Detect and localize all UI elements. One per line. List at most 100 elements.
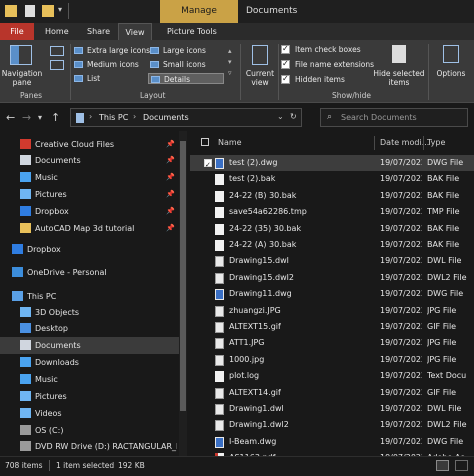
sidebar-item[interactable]: Pictures 📌 bbox=[0, 186, 180, 203]
hide-selected-items-button[interactable]: Hide selected items bbox=[372, 69, 426, 87]
breadcrumb-documents[interactable]: Documents bbox=[143, 113, 189, 122]
layout-details[interactable]: Details bbox=[148, 73, 224, 84]
separator bbox=[240, 44, 241, 100]
sidebar-item[interactable]: DVD RW Drive (D:) RACTANGULAR_FR/ bbox=[0, 438, 180, 455]
checkbox-checked[interactable] bbox=[281, 43, 290, 55]
documents-location-icon bbox=[76, 113, 84, 123]
current-view-button[interactable]: Current view bbox=[242, 69, 278, 87]
sidebar-item[interactable]: 3D Objects bbox=[0, 304, 180, 321]
preview-pane-icon[interactable] bbox=[50, 46, 64, 56]
file-row[interactable]: 24-22 (B) 30.bak 19/07/2022 BAK File bbox=[190, 188, 474, 204]
sidebar-item[interactable]: Videos bbox=[0, 405, 180, 422]
forward-arrow-icon[interactable]: → bbox=[22, 111, 31, 124]
file-row[interactable]: Drawing15.dwl2 19/07/2022 DWL2 File bbox=[190, 270, 474, 286]
address-bar[interactable]: › This PC › Documents ⌄ ↻ bbox=[70, 108, 302, 127]
sidebar-item-label: Pictures bbox=[35, 392, 67, 401]
layout-scroll-icon[interactable]: ▴ ▾ ▿ bbox=[228, 46, 232, 79]
qat-customize-icon[interactable]: ▾ bbox=[58, 5, 62, 14]
sidebar-item[interactable]: Documents bbox=[0, 337, 180, 354]
pin-icon[interactable]: 📌 bbox=[166, 152, 175, 169]
file-row[interactable]: ALTEXT15.gif 19/07/2022 GIF File bbox=[190, 319, 474, 335]
file-row[interactable]: ATT1.JPG 19/07/2022 JPG File bbox=[190, 335, 474, 351]
layout-list[interactable]: List bbox=[72, 73, 159, 84]
sidebar-item[interactable]: Dropbox 📌 bbox=[0, 203, 180, 220]
sidebar-item[interactable]: Creative Cloud Files 📌 bbox=[0, 136, 180, 153]
item-check-boxes-toggle[interactable]: Item check boxes bbox=[281, 43, 385, 56]
sidebar-item[interactable]: Documents 📌 bbox=[0, 152, 180, 169]
options-button[interactable]: Options bbox=[432, 69, 470, 78]
up-arrow-icon[interactable]: ↑ bbox=[51, 111, 60, 124]
layout-extra-large-icons[interactable]: Extra large icons bbox=[72, 45, 159, 56]
file-row[interactable]: Drawing11.dwg 19/07/2022 DWG File bbox=[190, 286, 474, 302]
sidebar-item[interactable]: Music bbox=[0, 371, 180, 388]
column-divider[interactable] bbox=[423, 136, 424, 150]
column-divider[interactable] bbox=[374, 136, 375, 150]
recent-locations-icon[interactable]: ▾ bbox=[38, 113, 42, 122]
file-row[interactable]: 24-22 (A) 30.bak 19/07/2022 BAK File bbox=[190, 237, 474, 253]
sidebar-item[interactable]: OneDrive - Personal bbox=[0, 264, 180, 281]
sidebar-item[interactable]: This PC bbox=[0, 288, 180, 305]
pin-icon[interactable]: 📌 bbox=[166, 136, 175, 153]
sidebar-item[interactable]: Desktop bbox=[0, 320, 180, 337]
file-row[interactable]: Drawing1.dwl2 19/07/2022 DWL2 File bbox=[190, 417, 474, 433]
column-header-date[interactable]: Date modi... bbox=[380, 134, 429, 152]
checkbox-checked[interactable] bbox=[281, 73, 290, 85]
desktop-icon bbox=[20, 323, 31, 333]
sidebar-item[interactable]: OS (C:) bbox=[0, 422, 180, 439]
scrollbar-thumb[interactable] bbox=[180, 141, 186, 411]
file-row[interactable]: plot.log 19/07/2022 Text Docu bbox=[190, 368, 474, 384]
address-dropdown-icon[interactable]: ⌄ bbox=[277, 112, 284, 121]
tab-home[interactable]: Home bbox=[38, 23, 76, 40]
properties-icon[interactable] bbox=[25, 5, 35, 17]
file-row[interactable]: test (2).bak 19/07/2022 BAK File bbox=[190, 171, 474, 187]
navigation-pane-button[interactable]: Navigation pane bbox=[0, 69, 44, 87]
details-view-icon[interactable] bbox=[436, 460, 449, 471]
file-row[interactable]: Drawing15.dwl 19/07/2022 DWL File bbox=[190, 253, 474, 269]
document-file-icon bbox=[215, 240, 224, 251]
file-row[interactable]: ALTEXT14.gif 19/07/2022 GIF File bbox=[190, 385, 474, 401]
tab-view[interactable]: View bbox=[118, 23, 152, 40]
hidden-items-toggle[interactable]: Hidden items bbox=[281, 73, 385, 86]
sidebar-item[interactable]: Dropbox bbox=[0, 241, 180, 258]
layout-large-icons[interactable]: Large icons bbox=[148, 45, 235, 56]
large-icons-view-icon[interactable] bbox=[455, 460, 468, 471]
sidebar-item[interactable]: Downloads bbox=[0, 354, 180, 371]
file-type: TMP File bbox=[427, 207, 460, 217]
breadcrumb-this-pc[interactable]: This PC bbox=[99, 113, 128, 122]
sidebar-item[interactable]: Music 📌 bbox=[0, 169, 180, 186]
select-all-checkbox[interactable] bbox=[201, 138, 209, 146]
dwg-file-icon bbox=[215, 289, 224, 301]
search-box[interactable]: ⌕ Search Documents bbox=[320, 108, 468, 127]
pin-icon[interactable]: 📌 bbox=[166, 186, 175, 203]
search-input[interactable]: Search Documents bbox=[341, 113, 417, 122]
tab-share[interactable]: Share bbox=[80, 23, 117, 40]
file-row[interactable]: zhuangzi.JPG 19/07/2022 JPG File bbox=[190, 303, 474, 319]
pin-icon[interactable]: 📌 bbox=[166, 203, 175, 220]
pin-icon[interactable]: 📌 bbox=[166, 169, 175, 186]
sidebar-item[interactable]: AutoCAD Map 3d tutorial 📌 bbox=[0, 220, 180, 237]
file-date: 19/07/2022 bbox=[380, 420, 422, 430]
file-row[interactable]: 24-22 (35) 30.bak 19/07/2022 BAK File bbox=[190, 221, 474, 237]
pin-icon[interactable]: 📌 bbox=[166, 220, 175, 237]
tab-file[interactable]: File bbox=[0, 23, 34, 40]
row-checkbox-checked[interactable] bbox=[204, 157, 212, 173]
manage-tab[interactable]: Manage bbox=[160, 0, 238, 23]
refresh-icon[interactable]: ↻ bbox=[290, 112, 297, 121]
details-pane-icon[interactable] bbox=[50, 60, 64, 70]
layout-small-icons[interactable]: Small icons bbox=[148, 59, 235, 70]
file-row[interactable]: test (2).dwg 19/07/2022 DWG File bbox=[190, 155, 474, 173]
file-row[interactable]: Drawing1.dwl 19/07/2022 DWL File bbox=[190, 401, 474, 417]
tab-picture-tools[interactable]: Picture Tools bbox=[160, 23, 224, 40]
column-header-name[interactable]: Name bbox=[218, 134, 242, 152]
computer-icon bbox=[12, 291, 23, 301]
layout-medium-icons[interactable]: Medium icons bbox=[72, 59, 159, 70]
file-row[interactable]: I-Beam.dwg 19/07/2022 DWG File bbox=[190, 434, 474, 450]
sidebar-item[interactable]: Pictures bbox=[0, 388, 180, 405]
file-row[interactable]: 1000.jpg 19/07/2022 JPG File bbox=[190, 352, 474, 368]
file-row[interactable]: save54a62286.tmp 19/07/2022 TMP File bbox=[190, 204, 474, 220]
new-folder-icon[interactable] bbox=[42, 5, 54, 17]
sidebar-item-label: Videos bbox=[35, 409, 62, 418]
column-header-type[interactable]: Type bbox=[427, 134, 445, 152]
back-arrow-icon[interactable]: ← bbox=[6, 111, 15, 124]
checkbox-checked[interactable] bbox=[281, 58, 290, 70]
